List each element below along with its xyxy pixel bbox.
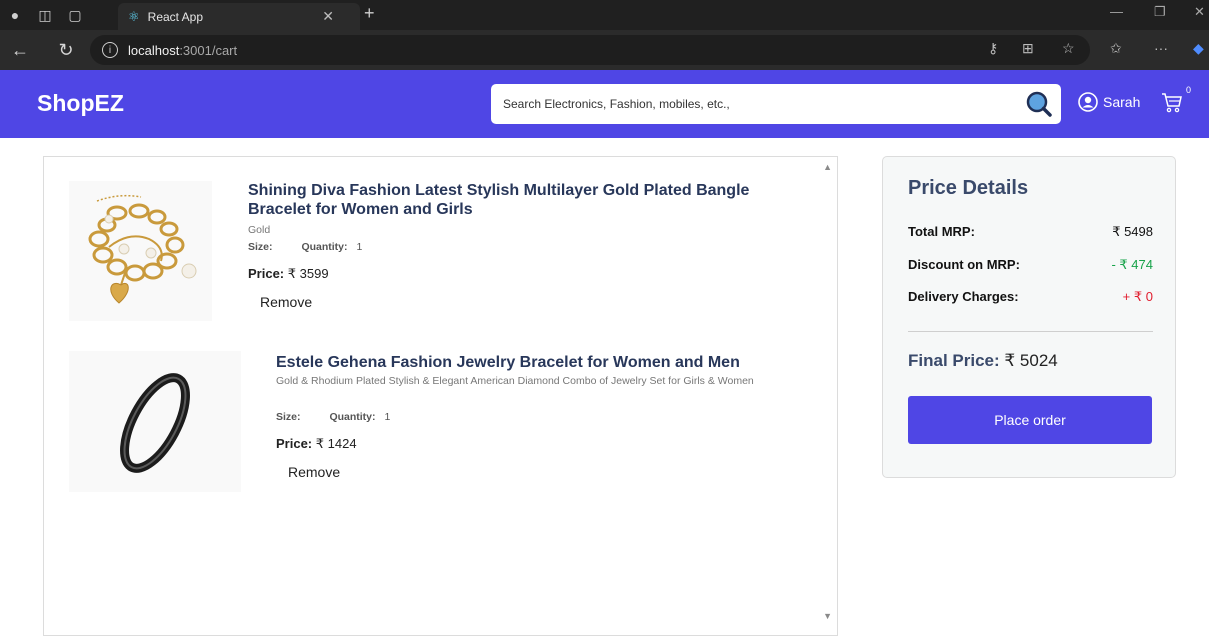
discount-row: Discount on MRP: - ₹ 474: [908, 257, 1153, 273]
price-label: Price:: [248, 266, 285, 281]
restore-icon[interactable]: ❐: [1154, 4, 1166, 20]
url-host: localhost: [128, 42, 180, 58]
total-mrp-label: Total MRP:: [908, 224, 975, 239]
tab-title: React App: [147, 9, 204, 24]
delivery-row: Delivery Charges: + ₹ 0: [908, 289, 1153, 305]
price-value: ₹ 1424: [315, 436, 357, 451]
search-input[interactable]: [503, 97, 1003, 111]
browser-tab-bar: ● ◫ ▢ ⚛ React App ✕ + — ❐ ✕: [0, 0, 1209, 30]
final-price-label: Final Price:: [908, 351, 1000, 370]
search-bar: [491, 84, 1061, 124]
final-price-value: ₹ 5024: [1004, 351, 1058, 370]
quantity-label: Quantity:: [329, 411, 376, 423]
back-icon[interactable]: ←: [6, 40, 34, 61]
item-price: Price: ₹ 1424: [276, 436, 357, 452]
discount-label: Discount on MRP:: [908, 257, 1020, 272]
scroll-down-arrow-icon[interactable]: ▼: [823, 611, 832, 621]
tab-actions-icon[interactable]: ▢: [60, 0, 90, 30]
product-image-black-bangle: [69, 351, 241, 492]
divider: [908, 331, 1153, 332]
close-tab-icon[interactable]: ✕: [322, 8, 334, 25]
workspaces-icon[interactable]: ◫: [30, 0, 60, 30]
item-description: Gold: [248, 224, 271, 236]
cart-item: Shining Diva Fashion Latest Stylish Mult…: [44, 157, 824, 337]
item-title[interactable]: Estele Gehena Fashion Jewelry Bracelet f…: [276, 353, 816, 372]
delivery-value: + ₹ 0: [1122, 289, 1153, 304]
discount-value: - ₹ 474: [1111, 257, 1153, 272]
user-account[interactable]: Sarah: [1078, 92, 1140, 112]
scroll-up-arrow-icon[interactable]: ▲: [823, 162, 832, 172]
close-window-icon[interactable]: ✕: [1194, 4, 1205, 20]
favorites-icon[interactable]: ✩: [1110, 40, 1122, 57]
price-details-card: Price Details Total MRP: ₹ 5498 Discount…: [882, 156, 1176, 478]
password-key-icon[interactable]: ⚷: [988, 40, 998, 57]
react-icon: ⚛: [128, 8, 140, 24]
site-info-icon[interactable]: i: [102, 42, 118, 58]
user-name: Sarah: [1103, 94, 1141, 110]
quantity-value: 1: [356, 241, 363, 253]
tab-react-app[interactable]: ⚛ React App ✕: [118, 3, 360, 30]
address-bar-row: ← ↻ i localhost:3001/cart ⚷ ⊞ ☆ ✩ ··· ◆: [0, 30, 1209, 70]
item-price: Price: ₹ 3599: [248, 266, 329, 282]
app-header: ShopEZ Sarah 0: [0, 70, 1209, 138]
price-label: Price:: [276, 436, 313, 451]
cart-items-panel[interactable]: ▲ ▼ Shining Diva Fashion Latest Stylish …: [43, 156, 838, 636]
refresh-icon[interactable]: ↻: [52, 40, 80, 61]
price-value: ₹ 3599: [287, 266, 329, 281]
user-avatar-icon: [1078, 92, 1098, 112]
cart-item: Estele Gehena Fashion Jewelry Bracelet f…: [44, 337, 824, 517]
item-meta: Size: Quantity: 1: [248, 241, 362, 253]
new-tab-icon[interactable]: +: [364, 3, 375, 24]
url-field[interactable]: i localhost:3001/cart: [90, 35, 1090, 65]
remove-button[interactable]: Remove: [288, 464, 340, 480]
minimize-icon[interactable]: —: [1110, 4, 1123, 19]
cart-count-badge: 0: [1186, 85, 1192, 95]
app-available-icon[interactable]: ⊞: [1022, 40, 1034, 57]
url-path: :3001/cart: [179, 42, 238, 58]
size-label: Size:: [248, 241, 273, 253]
quantity-label: Quantity:: [301, 241, 348, 253]
item-meta: Size: Quantity: 1: [276, 411, 390, 423]
more-menu-icon[interactable]: ···: [1154, 40, 1168, 56]
place-order-button[interactable]: Place order: [908, 396, 1152, 444]
cart-icon[interactable]: [1160, 90, 1184, 114]
delivery-label: Delivery Charges:: [908, 289, 1019, 304]
brand-logo[interactable]: ShopEZ: [37, 90, 124, 117]
search-icon[interactable]: [1025, 90, 1053, 118]
product-image-gold-bracelet: [69, 181, 212, 321]
item-title[interactable]: Shining Diva Fashion Latest Stylish Mult…: [248, 181, 788, 219]
favorite-star-icon[interactable]: ☆: [1062, 40, 1075, 57]
quantity-value: 1: [384, 411, 391, 423]
size-label: Size:: [276, 411, 301, 423]
final-price: Final Price: ₹ 5024: [908, 351, 1058, 371]
total-mrp-value: ₹ 5498: [1112, 224, 1153, 239]
price-details-title: Price Details: [908, 177, 1029, 199]
remove-button[interactable]: Remove: [260, 294, 312, 310]
item-description: Gold & Rhodium Plated Stylish & Elegant …: [276, 375, 754, 387]
total-mrp-row: Total MRP: ₹ 5498: [908, 224, 1153, 240]
copilot-icon[interactable]: ◆: [1193, 40, 1204, 57]
profile-icon[interactable]: ●: [0, 0, 30, 30]
